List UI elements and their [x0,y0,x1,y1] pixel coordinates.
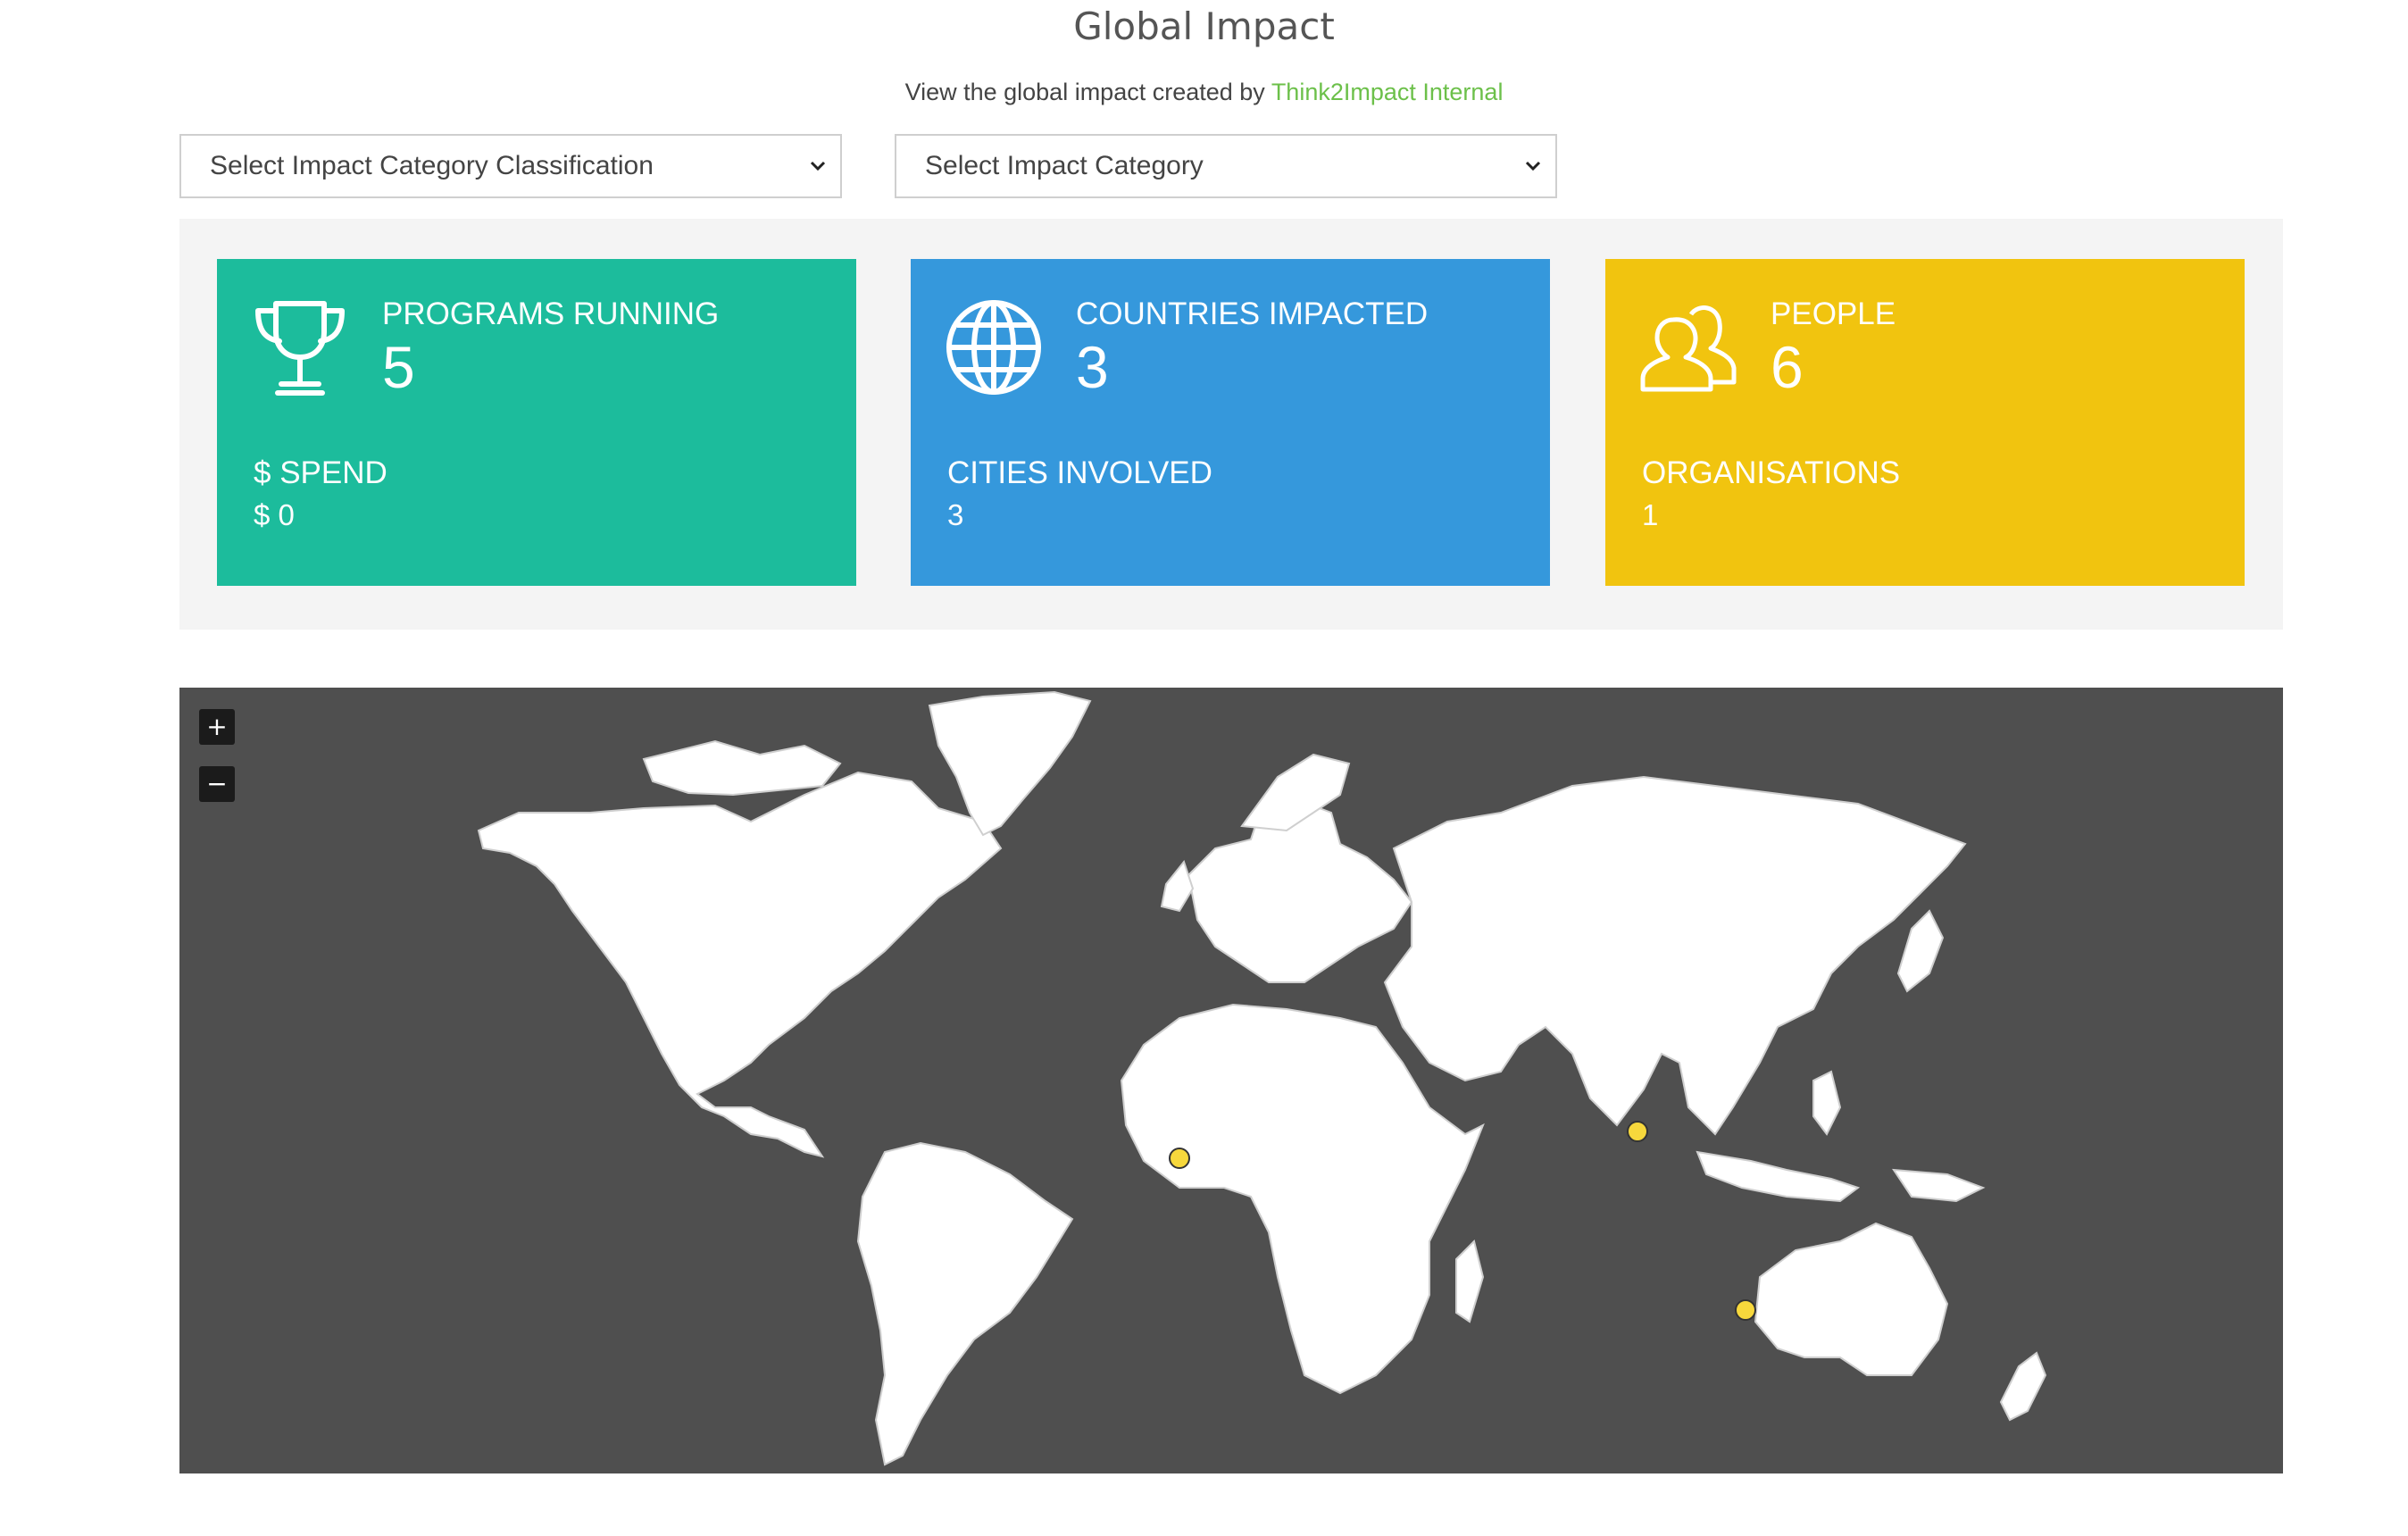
impact-classification-select-value: Select Impact Category Classification [210,151,654,180]
chevron-down-icon [1525,161,1541,171]
marker-australia[interactable] [1735,1299,1756,1321]
organisations-label: ORGANISATIONS [1642,455,1901,490]
land-north-america [477,771,1003,1158]
page-title: Global Impact [1073,4,1335,48]
zoom-out-button[interactable]: − [199,766,235,802]
globe-icon [946,300,1041,395]
marker-west-africa[interactable] [1169,1148,1190,1169]
programs-running-value: 5 [382,334,415,400]
people-icon [1640,305,1737,392]
people-card: PEOPLE 6 ORGANISATIONS 1 [1605,259,2245,586]
impact-category-select[interactable]: Select Impact Category [895,134,1557,198]
zoom-in-button[interactable]: + [199,709,235,745]
chevron-down-icon [810,161,826,171]
page-subtitle: View the global impact created by Think2… [0,79,2408,106]
land-philippines [1812,1070,1842,1136]
trophy-icon [255,301,345,396]
land-europe [1187,797,1413,983]
land-uk [1160,859,1195,913]
organisations-value: 1 [1642,498,1659,531]
countries-card: COUNTRIES IMPACTED 3 CITIES INVOLVED 3 [911,259,1550,586]
land-new-guinea [1892,1168,1986,1203]
land-new-zealand [1999,1351,2047,1422]
cities-involved-label: CITIES INVOLVED [947,455,1212,490]
organization-link[interactable]: Think2Impact Internal [1271,79,1504,105]
land-japan [1896,909,1945,993]
land-indonesia [1696,1150,1861,1203]
marker-southeast-asia[interactable] [1627,1121,1648,1142]
stats-panel: PROGRAMS RUNNING 5 $ SPEND $ 0 COUNTRIES… [179,219,2283,630]
world-map[interactable]: + − [179,688,2283,1473]
land-australia [1754,1222,1949,1376]
people-label: PEOPLE [1771,296,1896,331]
land-asia [1383,775,1967,1136]
people-value: 6 [1771,334,1804,400]
continents [477,690,2047,1466]
countries-impacted-value: 3 [1076,334,1109,400]
spend-label: $ SPEND [254,455,387,490]
impact-category-select-value: Select Impact Category [925,151,1204,180]
spend-value: $ 0 [254,498,295,531]
world-map-canvas[interactable] [179,688,2283,1473]
land-canadian-islands [642,739,842,797]
land-south-america [856,1141,1074,1466]
programs-running-label: PROGRAMS RUNNING [382,296,720,331]
programs-card: PROGRAMS RUNNING 5 $ SPEND $ 0 [217,259,856,586]
land-madagascar [1455,1240,1485,1323]
impact-classification-select[interactable]: Select Impact Category Classification [179,134,842,198]
cities-involved-value: 3 [947,498,964,531]
countries-impacted-label: COUNTRIES IMPACTED [1076,296,1429,331]
subtitle-text: View the global impact created by [904,79,1271,105]
